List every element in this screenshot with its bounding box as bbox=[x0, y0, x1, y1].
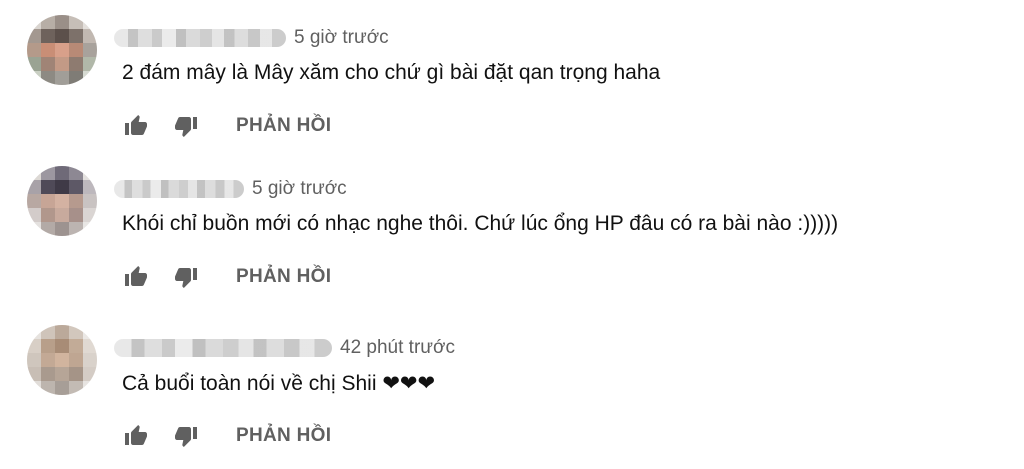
comment-timestamp[interactable]: 5 giờ trước bbox=[294, 27, 389, 49]
thumbs-up-icon bbox=[125, 425, 147, 445]
avatar[interactable] bbox=[27, 166, 97, 236]
dislike-button[interactable] bbox=[172, 112, 200, 140]
avatar[interactable] bbox=[27, 15, 97, 85]
comment-text: Khói chỉ buồn mới có nhạc nghe thôi. Chứ… bbox=[122, 212, 839, 235]
thumbs-up-icon bbox=[125, 266, 147, 286]
comment-text: 2 đám mây là Mây xăm cho chứ gì bài đặt … bbox=[122, 61, 661, 84]
comment-item: 5 giờ trước 2 đám mây là Mây xăm cho chứ… bbox=[0, 15, 1024, 165]
comment-list: 5 giờ trước 2 đám mây là Mây xăm cho chứ… bbox=[0, 0, 1024, 469]
reply-button[interactable]: PHẢN HỒI bbox=[236, 115, 331, 137]
comment-timestamp[interactable]: 5 giờ trước bbox=[252, 178, 347, 200]
comment-header: 5 giờ trước bbox=[114, 23, 389, 53]
author-name-blurred[interactable] bbox=[114, 180, 244, 198]
thumbs-down-icon bbox=[175, 427, 197, 447]
comment-header: 42 phút trước bbox=[114, 333, 455, 363]
like-button[interactable] bbox=[122, 422, 150, 450]
dislike-button[interactable] bbox=[172, 263, 200, 291]
comment-actions: PHẢN HỒI bbox=[122, 262, 331, 292]
like-button[interactable] bbox=[122, 112, 150, 140]
comment-item: 5 giờ trước Khói chỉ buồn mới có nhạc ng… bbox=[0, 166, 1024, 316]
like-button[interactable] bbox=[122, 263, 150, 291]
reply-button[interactable]: PHẢN HỒI bbox=[236, 266, 331, 288]
author-name-blurred[interactable] bbox=[114, 29, 286, 47]
dislike-button[interactable] bbox=[172, 422, 200, 450]
author-name-blurred[interactable] bbox=[114, 339, 332, 357]
comment-text: Cả buổi toàn nói về chị Shii ❤❤❤ bbox=[122, 372, 436, 395]
thumbs-down-icon bbox=[175, 268, 197, 288]
comment-timestamp[interactable]: 42 phút trước bbox=[340, 337, 455, 359]
comment-header: 5 giờ trước bbox=[114, 174, 347, 204]
reply-button[interactable]: PHẢN HỒI bbox=[236, 425, 331, 447]
comment-actions: PHẢN HỒI bbox=[122, 421, 331, 451]
comment-actions: PHẢN HỒI bbox=[122, 111, 331, 141]
avatar[interactable] bbox=[27, 325, 97, 395]
thumbs-down-icon bbox=[175, 117, 197, 137]
comment-item: 42 phút trước Cả buổi toàn nói về chị Sh… bbox=[0, 325, 1024, 469]
thumbs-up-icon bbox=[125, 115, 147, 135]
